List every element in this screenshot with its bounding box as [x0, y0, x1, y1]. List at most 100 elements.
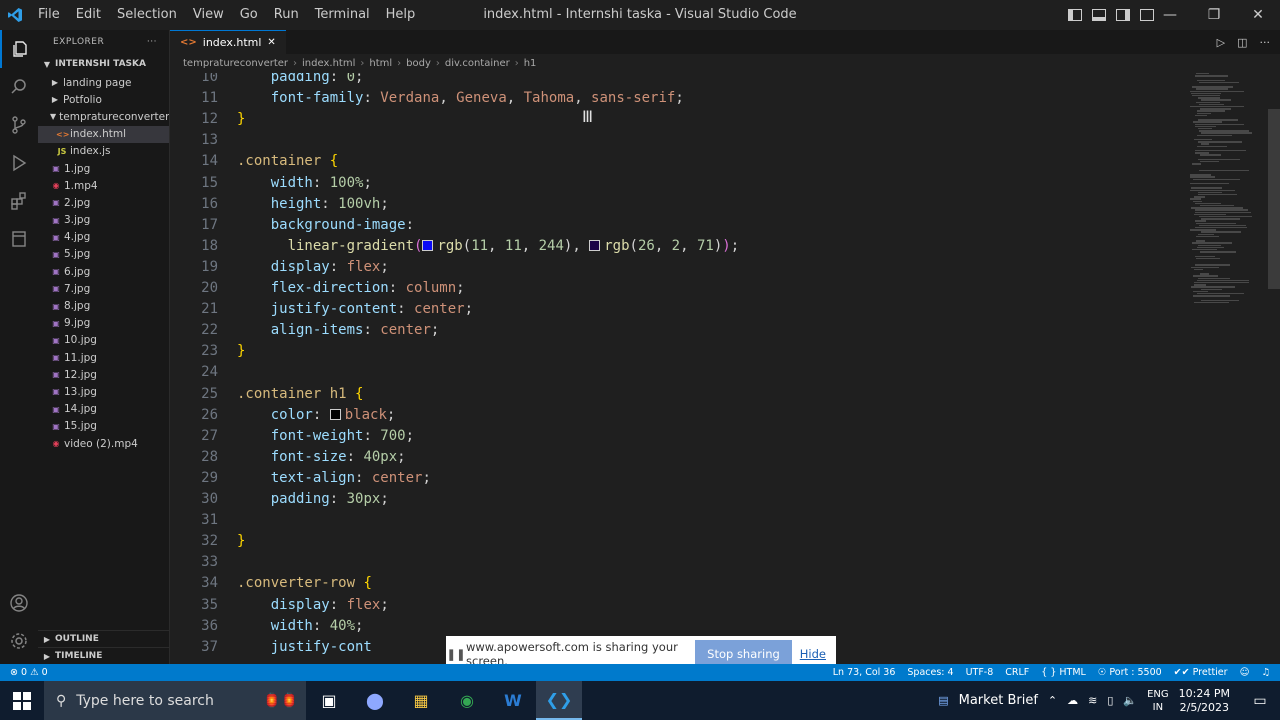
breadcrumb-item[interactable]: html	[369, 58, 392, 69]
file-item[interactable]: ▣ 1.jpg	[38, 160, 169, 177]
feedback-icon[interactable]: ☺	[1240, 667, 1250, 678]
clock[interactable]: 10:24 PM 2/5/2023	[1179, 687, 1230, 715]
volume-icon[interactable]: 🔈	[1123, 694, 1137, 707]
file-item[interactable]: ▣ 11.jpg	[38, 349, 169, 366]
file-item[interactable]: ▣ 3.jpg	[38, 212, 169, 229]
file-item[interactable]: ▣ 9.jpg	[38, 315, 169, 332]
hide-link[interactable]: Hide	[800, 647, 826, 661]
color-swatch-icon[interactable]	[422, 239, 434, 251]
breadcrumb-item[interactable]: div.container	[445, 58, 510, 69]
vscode-icon[interactable]: ❮❯	[536, 681, 582, 720]
notifications-bell-icon[interactable]: ♫	[1261, 667, 1270, 678]
file-item[interactable]: ▣ 7.jpg	[38, 280, 169, 297]
tab-index-html[interactable]: <> index.html ✕	[170, 30, 286, 54]
menu-edit[interactable]: Edit	[68, 0, 109, 30]
file-item[interactable]: ▣ 6.jpg	[38, 263, 169, 280]
workspace-folder[interactable]: ▼ INTERNSHI TASKA	[38, 54, 169, 74]
encoding[interactable]: UTF-8	[966, 667, 994, 678]
code-editor[interactable]: 10 padding: 0; 11 font-family: Verdana, G…	[170, 73, 1280, 664]
pause-icon[interactable]: ❚❚	[446, 647, 466, 661]
language-mode[interactable]: { } HTML	[1041, 667, 1086, 678]
news-icon[interactable]: ▤	[938, 694, 948, 707]
battery-icon[interactable]: ▯	[1107, 694, 1113, 707]
toggle-primary-sidebar-icon[interactable]	[1068, 9, 1082, 21]
source-control-icon[interactable]	[0, 106, 38, 144]
color-swatch-icon[interactable]	[329, 408, 341, 420]
indentation[interactable]: Spaces: 4	[907, 667, 953, 678]
task-view-icon[interactable]: ▣	[306, 681, 352, 720]
file-item[interactable]: ▣ 10.jpg	[38, 332, 169, 349]
folder-item[interactable]: ▼ tempratureconverter	[38, 108, 169, 125]
chrome-icon[interactable]: ◉	[444, 681, 490, 720]
toggle-panel-icon[interactable]	[1092, 9, 1106, 21]
more-actions-icon[interactable]: ···	[147, 37, 157, 47]
file-item[interactable]: ▣ 8.jpg	[38, 297, 169, 314]
settings-gear-icon[interactable]	[0, 622, 38, 660]
prettier-status[interactable]: ✔✔ Prettier	[1174, 667, 1228, 678]
file-item[interactable]: ▣ 12.jpg	[38, 366, 169, 383]
toggle-secondary-sidebar-icon[interactable]	[1116, 9, 1130, 21]
search-icon[interactable]	[0, 68, 38, 106]
run-debug-icon[interactable]	[0, 144, 38, 182]
extensions-icon[interactable]	[0, 182, 38, 220]
file-item[interactable]: ▣ 15.jpg	[38, 418, 169, 435]
line-number: 12	[201, 111, 218, 128]
word-icon[interactable]: W	[490, 681, 536, 720]
start-button[interactable]	[0, 681, 44, 720]
close-icon[interactable]: ✕	[1236, 0, 1280, 30]
file-explorer-icon[interactable]: ▦	[398, 681, 444, 720]
split-editor-icon[interactable]: ◫	[1237, 36, 1247, 49]
outline-section[interactable]: ▶ OUTLINE	[38, 630, 169, 647]
close-tab-icon[interactable]: ✕	[267, 37, 275, 48]
file-item[interactable]: ▣ 4.jpg	[38, 229, 169, 246]
menu-terminal[interactable]: Terminal	[307, 0, 378, 30]
file-item[interactable]: ▣ 5.jpg	[38, 246, 169, 263]
minimize-icon[interactable]: —	[1148, 0, 1192, 30]
code-token: rgb	[437, 237, 463, 254]
file-item[interactable]: ▣ 2.jpg	[38, 194, 169, 211]
line-number: 32	[201, 533, 218, 550]
onedrive-icon[interactable]: ☁	[1067, 694, 1078, 707]
live-server-port[interactable]: ☉ Port : 5500	[1098, 667, 1162, 678]
obs-icon[interactable]: ⬤	[352, 681, 398, 720]
file-item[interactable]: ◉ video (2).mp4	[38, 435, 169, 452]
editor-scrollbar[interactable]	[1268, 109, 1280, 289]
menu-help[interactable]: Help	[378, 0, 424, 30]
line-ending[interactable]: CRLF	[1005, 667, 1029, 678]
problems-indicator[interactable]: ⊗ 0 ⚠ 0	[10, 667, 48, 678]
menu-file[interactable]: File	[30, 0, 68, 30]
breadcrumb-item[interactable]: index.html	[302, 58, 355, 69]
breadcrumb-item[interactable]: body	[406, 58, 431, 69]
run-icon[interactable]: ▷	[1217, 36, 1225, 49]
file-item[interactable]: ◉ 1.mp4	[38, 177, 169, 194]
file-item[interactable]: ▣ 14.jpg	[38, 401, 169, 418]
menu-selection[interactable]: Selection	[109, 0, 185, 30]
language-indicator[interactable]: ENG IN	[1147, 688, 1169, 714]
timeline-section[interactable]: ▶ TIMELINE	[38, 647, 169, 664]
menu-run[interactable]: Run	[266, 0, 307, 30]
remote-explorer-icon[interactable]	[0, 220, 38, 258]
account-icon[interactable]	[0, 584, 38, 622]
market-brief[interactable]: Market Brief	[959, 693, 1038, 708]
notification-center-icon[interactable]: ▭	[1240, 693, 1280, 709]
wifi-icon[interactable]: ≋	[1088, 694, 1097, 707]
more-actions-icon[interactable]: ···	[1260, 36, 1271, 49]
chevron-right-icon: ›	[360, 58, 365, 69]
cursor-position[interactable]: Ln 73, Col 36	[833, 667, 896, 678]
menu-view[interactable]: View	[185, 0, 232, 30]
restore-icon[interactable]: ❐	[1192, 0, 1236, 30]
breadcrumb-item[interactable]: h1	[524, 58, 537, 69]
minimap[interactable]	[1186, 73, 1266, 664]
file-item[interactable]: JS index.js	[38, 143, 169, 160]
file-item[interactable]: <> index.html	[38, 125, 169, 143]
taskbar-search[interactable]: ⚲ Type here to search 🏮🏮	[44, 681, 306, 720]
files-icon[interactable]	[0, 30, 38, 68]
file-item[interactable]: ▣ 13.jpg	[38, 383, 169, 400]
folder-item[interactable]: ▶ Potfolio	[38, 91, 169, 108]
folder-item[interactable]: ▶ landing page	[38, 74, 169, 91]
breadcrumb-item[interactable]: tempratureconverter	[183, 58, 288, 69]
chevron-up-icon[interactable]: ⌃	[1048, 694, 1057, 707]
menu-go[interactable]: Go	[232, 0, 266, 30]
color-swatch-icon[interactable]	[589, 239, 601, 251]
